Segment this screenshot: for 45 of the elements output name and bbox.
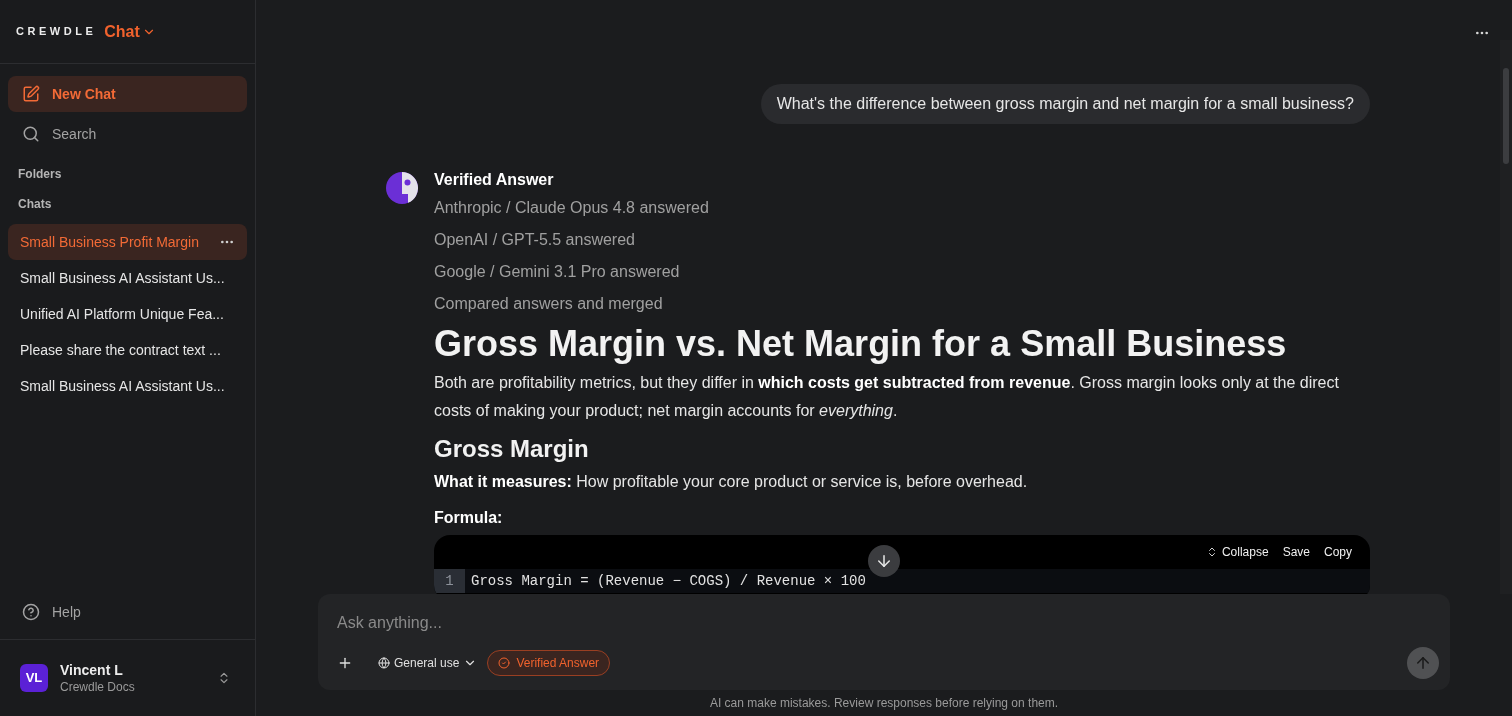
account-switcher[interactable]: VL Vincent L Crewdle Docs [0,640,255,716]
pencil-square-icon [22,85,40,103]
mode-dropdown[interactable]: General use [378,654,478,672]
new-chat-button[interactable]: New Chat [8,76,247,112]
search-button[interactable]: Search [8,116,247,152]
chat-list-item[interactable]: Small Business AI Assistant Us... [8,260,247,296]
scrollbar-thumb[interactable] [1503,68,1509,164]
user-name: Vincent L [60,661,124,679]
help-icon [22,603,40,621]
check-circle-icon [498,657,511,669]
section-label: Folders [17,166,63,182]
status-line: Google / Gemini 3.1 Pro answered [434,262,680,282]
collapse-button[interactable]: Collapse [1205,543,1269,561]
chat-list-item[interactable]: Small Business AI Assistant Us... [8,368,247,404]
code-line: Gross Margin = (Revenue − COGS) / Revenue × 100 [470,571,866,591]
search-icon [22,125,40,143]
workspace-name: Crewdle Docs [60,679,136,695]
answer-paragraph: Both are profitability metrics, but they differ in which costs get subtracted from revenue. Gross margin looks only at the direct costs of making your product; net margin accounts for everything. [434,373,1340,421]
line-number: 1 [434,569,465,593]
disclaimer-text: AI can make mistakes. Review responses before relying on them. [709,695,1059,712]
assistant-avatar-icon [386,172,418,204]
answer-heading: Gross Margin vs. Net Margin for a Small Business [434,322,1288,366]
arrow-down-icon [875,552,893,570]
section-label: Chats [17,196,53,212]
formula-label: Formula: [434,508,504,528]
message-input[interactable]: Ask anything... [337,611,1431,635]
verified-answer-toggle[interactable]: Verified Answer [487,650,611,676]
copy-button[interactable]: Copy [1324,543,1352,561]
chat-list-item[interactable]: Small Business Profit Margin [8,224,247,260]
status-line: OpenAI / GPT-5.5 answered [434,230,635,250]
user-avatar: VL [20,664,48,692]
chat-list-item[interactable]: Please share the contract text ... [8,332,247,368]
section-heading: Gross Margin [434,434,590,464]
help-button[interactable]: Help [8,594,247,630]
answer-paragraph: What it measures: How profitable your core product or service is, before overhead. [434,472,1029,492]
globe-icon [378,657,390,669]
answer-title: Verified Answer [434,170,554,190]
status-line: Compared answers and merged [434,294,663,314]
chat-list-item[interactable]: Unified AI Platform Unique Fea... [8,296,247,332]
status-line: Anthropic / Claude Opus 4.8 answered [434,198,709,218]
product-switcher[interactable]: Chat [104,19,156,44]
plus-icon [337,655,353,671]
user-message: What's the difference between gross margin and net margin for a small business? [760,84,1370,124]
save-button[interactable]: Save [1282,543,1310,561]
brand-logo: CREWDLE [16,24,97,40]
